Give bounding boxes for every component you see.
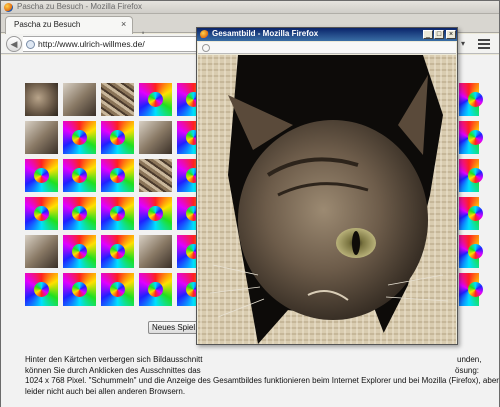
desc-line-4: leider nicht auch bei allen anderen Brow… bbox=[25, 386, 186, 396]
memory-card[interactable] bbox=[101, 197, 134, 230]
memory-card[interactable] bbox=[63, 273, 96, 306]
tab-label: Pascha zu Besuch bbox=[14, 20, 81, 29]
memory-card[interactable] bbox=[139, 273, 172, 306]
memory-card[interactable] bbox=[459, 83, 483, 116]
firefox-icon bbox=[4, 3, 13, 12]
memory-card[interactable] bbox=[25, 235, 58, 268]
cat-photo-image bbox=[198, 55, 456, 344]
memory-card[interactable] bbox=[25, 83, 58, 116]
memory-card[interactable] bbox=[139, 235, 172, 268]
url-text: http://www.ulrich-willmes.de/ bbox=[38, 39, 145, 49]
desc-line-1: Hinter den Kärtchen verbergen sich Bilda… bbox=[25, 355, 203, 364]
back-button[interactable]: ◀ bbox=[6, 36, 22, 52]
memory-card[interactable] bbox=[459, 121, 483, 154]
memory-card[interactable] bbox=[63, 83, 96, 116]
memory-card[interactable] bbox=[63, 197, 96, 230]
chevron-down-icon[interactable]: ▾ bbox=[461, 39, 465, 48]
memory-card[interactable] bbox=[63, 121, 96, 154]
firefox-icon bbox=[200, 30, 209, 39]
memory-card[interactable] bbox=[25, 121, 58, 154]
popup-title-bar: Gesamtbild - Mozilla Firefox _ □ × bbox=[197, 28, 457, 41]
popup-address-bar bbox=[198, 42, 456, 54]
cat-photo bbox=[198, 55, 456, 344]
popup-window: Gesamtbild - Mozilla Firefox _ □ × bbox=[196, 27, 458, 345]
tab-close-icon[interactable]: × bbox=[121, 19, 126, 29]
browser-window: Pascha zu Besuch - Mozilla Firefox Pasch… bbox=[0, 0, 500, 407]
minimize-button[interactable]: _ bbox=[423, 30, 433, 39]
memory-card[interactable] bbox=[459, 159, 483, 192]
memory-card[interactable] bbox=[63, 159, 96, 192]
title-bar: Pascha zu Besuch - Mozilla Firefox bbox=[1, 1, 499, 14]
tab-pascha[interactable]: Pascha zu Besuch × bbox=[5, 16, 133, 34]
memory-card[interactable] bbox=[63, 235, 96, 268]
memory-card[interactable] bbox=[459, 235, 483, 268]
close-button[interactable]: × bbox=[446, 30, 456, 39]
globe-icon bbox=[26, 40, 35, 49]
maximize-button[interactable]: □ bbox=[434, 30, 444, 39]
desc-line-1-end: unden, bbox=[457, 355, 482, 364]
new-game-button[interactable]: Neues Spiel bbox=[148, 321, 198, 334]
memory-card[interactable] bbox=[25, 273, 58, 306]
memory-card[interactable] bbox=[25, 159, 58, 192]
desc-line-2: können Sie durch Anklicken des Ausschnit… bbox=[25, 365, 201, 375]
page-icon bbox=[202, 44, 210, 52]
memory-card[interactable] bbox=[101, 83, 134, 116]
menu-icon[interactable] bbox=[477, 37, 491, 51]
memory-card[interactable] bbox=[459, 197, 483, 230]
memory-card[interactable] bbox=[25, 197, 58, 230]
memory-card[interactable] bbox=[101, 235, 134, 268]
memory-card[interactable] bbox=[139, 197, 172, 230]
memory-card[interactable] bbox=[101, 159, 134, 192]
memory-card[interactable] bbox=[139, 159, 172, 192]
memory-card[interactable] bbox=[101, 121, 134, 154]
desc-line-3: 1024 x 768 Pixel. "Schummeln" und die An… bbox=[25, 376, 499, 385]
memory-card[interactable] bbox=[139, 121, 172, 154]
memory-card[interactable] bbox=[459, 273, 483, 306]
url-bar[interactable]: http://www.ulrich-willmes.de/ bbox=[23, 36, 199, 52]
memory-card[interactable] bbox=[101, 273, 134, 306]
popup-title: Gesamtbild - Mozilla Firefox bbox=[212, 29, 319, 38]
memory-card[interactable] bbox=[139, 83, 172, 116]
window-title: Pascha zu Besuch - Mozilla Firefox bbox=[17, 2, 142, 11]
desc-line-2-end: ösung: bbox=[455, 365, 480, 375]
